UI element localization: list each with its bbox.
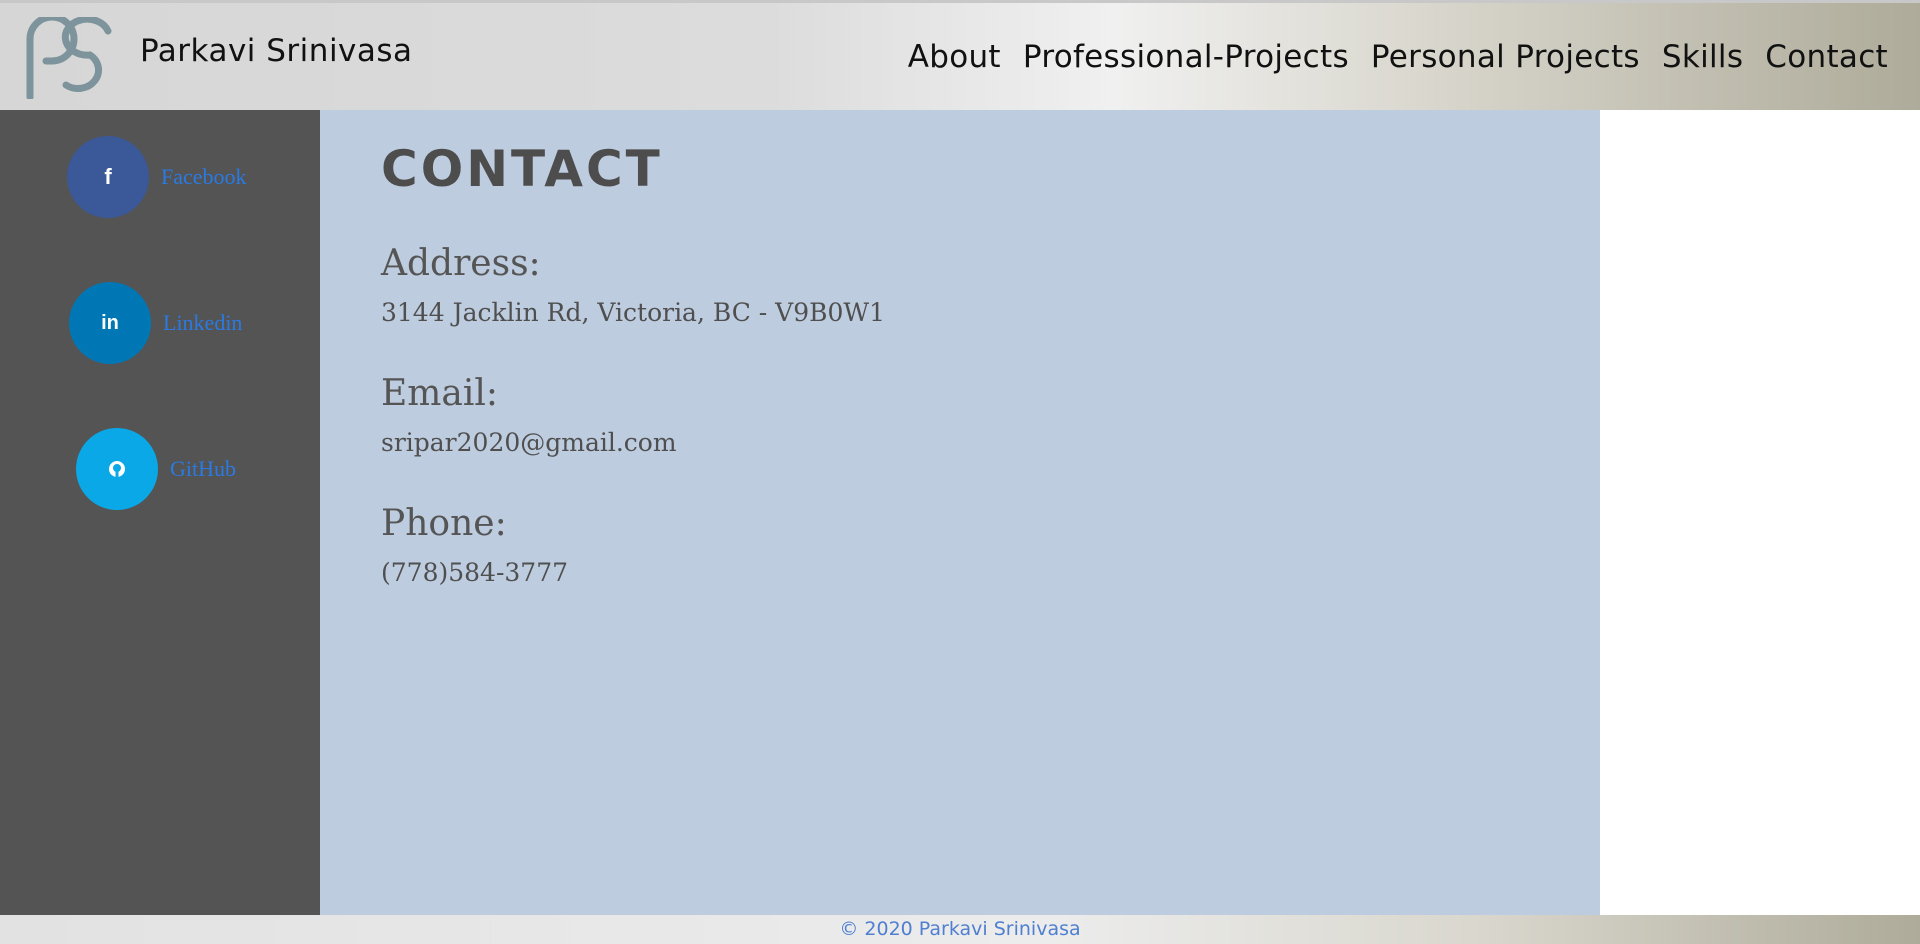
nav-contact[interactable]: Contact — [1765, 39, 1888, 75]
social-sidebar: f Facebook in Linkedin GitHub — [0, 110, 320, 915]
nav-professional-projects[interactable]: Professional-Projects — [1023, 39, 1349, 75]
phone-value[interactable]: (778)584-3777 — [381, 558, 568, 587]
copyright-text: © 2020 Parkavi Srinivasa — [839, 918, 1081, 940]
main-nav: About Professional-Projects Personal Pro… — [908, 39, 1888, 75]
page-title: CONTACT — [381, 140, 663, 198]
linkedin-label[interactable]: Linkedin — [163, 310, 242, 336]
nav-skills[interactable]: Skills — [1662, 39, 1743, 75]
nav-about[interactable]: About — [908, 39, 1001, 75]
email-label: Email: — [381, 373, 499, 414]
site-footer: © 2020 Parkavi Srinivasa — [0, 915, 1920, 944]
address-value: 3144 Jacklin Rd, Victoria, BC - V9B0W1 — [381, 298, 886, 327]
ps-logo-icon[interactable] — [24, 17, 116, 99]
github-label[interactable]: GitHub — [170, 456, 236, 482]
linkedin-link[interactable]: in Linkedin — [69, 282, 242, 364]
facebook-label[interactable]: Facebook — [161, 164, 247, 190]
github-icon[interactable] — [76, 428, 158, 510]
facebook-link[interactable]: f Facebook — [67, 136, 247, 218]
contact-section: CONTACT Address: 3144 Jacklin Rd, Victor… — [320, 110, 1600, 915]
github-link[interactable]: GitHub — [76, 428, 236, 510]
site-name[interactable]: Parkavi Srinivasa — [140, 33, 413, 69]
phone-label: Phone: — [381, 503, 507, 544]
nav-personal-projects[interactable]: Personal Projects — [1371, 39, 1640, 75]
email-value[interactable]: sripar2020@gmail.com — [381, 428, 677, 457]
site-header: Parkavi Srinivasa About Professional-Pro… — [0, 0, 1920, 110]
linkedin-icon[interactable]: in — [69, 282, 151, 364]
address-label: Address: — [381, 243, 541, 284]
github-mark-icon — [109, 461, 125, 477]
facebook-icon[interactable]: f — [67, 136, 149, 218]
